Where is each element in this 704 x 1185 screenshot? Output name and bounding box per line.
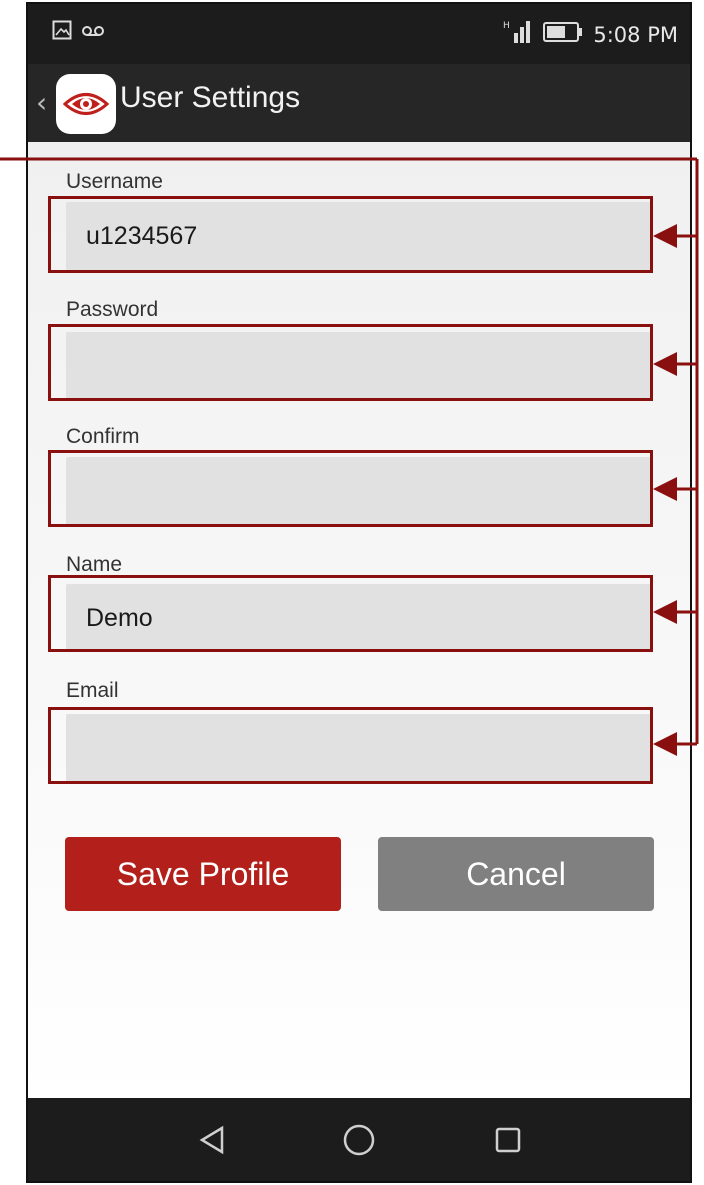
- back-chevron-icon[interactable]: ‹: [36, 86, 47, 119]
- signal-icon: H: [503, 19, 533, 50]
- name-label: Name: [66, 553, 123, 576]
- status-time: 5:08 PM: [593, 22, 678, 47]
- image-icon: [52, 20, 72, 44]
- eye-logo-icon[interactable]: [56, 74, 116, 134]
- svg-text:H: H: [503, 21, 510, 31]
- battery-icon: [543, 21, 583, 48]
- status-left-icons: [52, 20, 104, 44]
- save-profile-button[interactable]: Save Profile: [65, 837, 341, 911]
- name-field[interactable]: [66, 584, 652, 652]
- settings-form: Username Password Confirm Name Email Sav…: [28, 142, 690, 1102]
- password-field[interactable]: [66, 332, 652, 400]
- home-circle-icon[interactable]: [339, 1120, 379, 1160]
- email-field[interactable]: [66, 714, 652, 782]
- status-bar: H 5:08 PM: [28, 4, 690, 64]
- system-nav-bar: [28, 1098, 690, 1181]
- recents-square-icon[interactable]: [488, 1120, 528, 1160]
- cancel-button[interactable]: Cancel: [378, 837, 654, 911]
- voicemail-icon: [82, 23, 104, 42]
- confirm-password-field[interactable]: [66, 457, 652, 525]
- email-label: Email: [66, 679, 119, 702]
- username-field[interactable]: [66, 202, 652, 270]
- password-label: Password: [66, 298, 159, 321]
- app-bar: ‹ User Settings: [28, 64, 690, 142]
- status-right: H 5:08 PM: [503, 19, 678, 50]
- confirm-label: Confirm: [66, 425, 140, 448]
- username-label: Username: [66, 170, 163, 193]
- back-triangle-icon[interactable]: [192, 1120, 232, 1160]
- page-title: User Settings: [120, 81, 301, 114]
- phone-frame: H 5:08 PM ‹ User Settings Username Passw…: [26, 2, 692, 1183]
